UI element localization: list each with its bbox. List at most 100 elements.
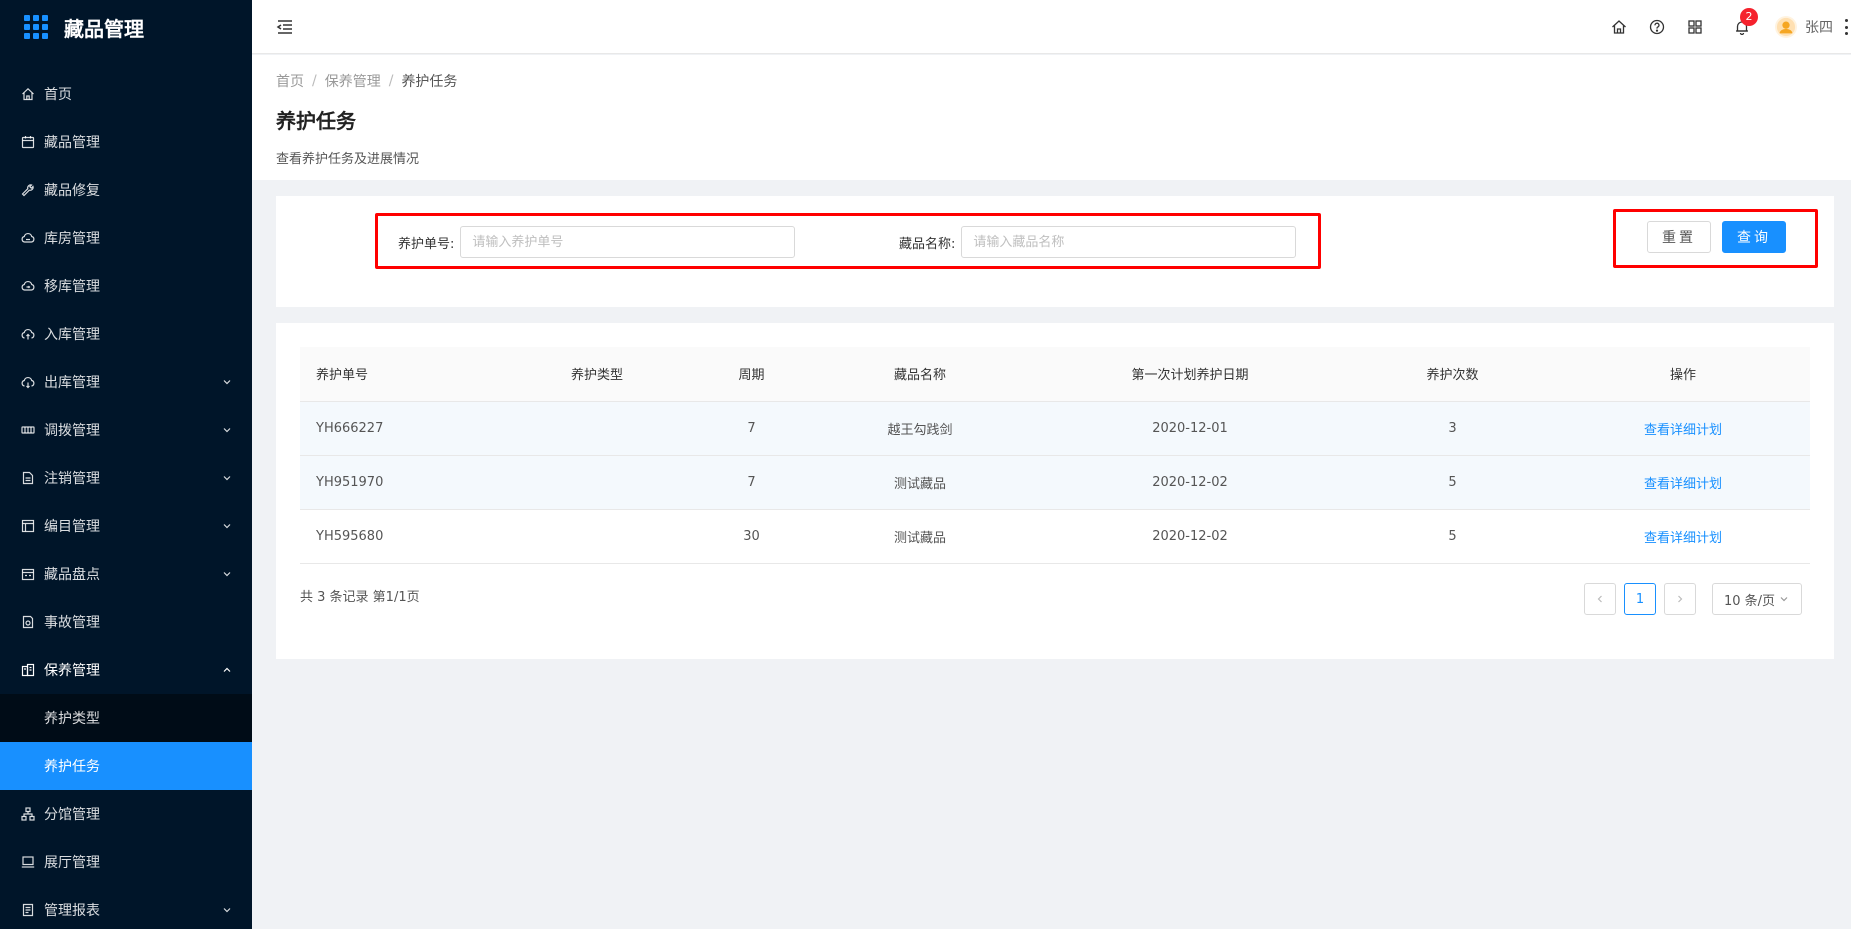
cloud-upload-icon bbox=[21, 327, 35, 341]
transfer-icon bbox=[21, 423, 35, 437]
menu-fold-icon[interactable] bbox=[276, 18, 294, 36]
sidebar-item-outbound[interactable]: 出库管理 bbox=[0, 358, 252, 406]
sidebar-item-label: 保养管理 bbox=[44, 663, 100, 679]
pagination: 1 10 条/页 bbox=[1576, 583, 1802, 615]
cell-date: 2020-12-02 bbox=[1031, 509, 1349, 564]
help-icon[interactable] bbox=[1649, 19, 1665, 35]
sidebar-item-label: 养护类型 bbox=[44, 711, 100, 727]
cell-period: 7 bbox=[694, 401, 809, 456]
sidebar-item-label: 移库管理 bbox=[44, 279, 100, 295]
pagination-summary: 共 3 条记录 第1/1页 bbox=[300, 590, 420, 605]
sidebar-item-label: 藏品管理 bbox=[44, 135, 100, 151]
query-button[interactable]: 查询 bbox=[1722, 221, 1786, 253]
breadcrumb-home[interactable]: 首页 bbox=[276, 71, 304, 91]
more-vertical-icon[interactable] bbox=[1843, 19, 1849, 35]
cell-order: YH595680 bbox=[300, 509, 500, 564]
view-plan-link[interactable]: 查看详细计划 bbox=[1644, 531, 1722, 546]
next-page-button[interactable] bbox=[1664, 583, 1696, 615]
sidebar-item-warehouse[interactable]: 库房管理 bbox=[0, 214, 252, 262]
app-logo[interactable]: 藏品管理 bbox=[0, 0, 252, 54]
header-actions: 2 张四 bbox=[1600, 0, 1851, 54]
sidebar-item-label: 分馆管理 bbox=[44, 807, 100, 823]
breadcrumb: 首页 / 保养管理 / 养护任务 bbox=[276, 71, 1827, 91]
sidebar-item-label: 藏品修复 bbox=[44, 183, 100, 199]
column-header: 养护单号 bbox=[300, 347, 500, 402]
search-fields-highlight: 养护单号: 藏品名称: bbox=[375, 213, 1321, 269]
breadcrumb-separator: / bbox=[312, 73, 317, 89]
column-header: 周期 bbox=[694, 347, 809, 402]
view-plan-link[interactable]: 查看详细计划 bbox=[1644, 423, 1722, 438]
sidebar-item-allocation[interactable]: 调拨管理 bbox=[0, 406, 252, 454]
column-header: 养护次数 bbox=[1349, 347, 1556, 402]
column-header: 操作 bbox=[1556, 347, 1810, 402]
sidebar: 藏品管理 首页 藏品管理 藏品修复 库房管理 移库管理 入库管理 出库管理 调拨… bbox=[0, 0, 252, 929]
sidebar-item-cancellation[interactable]: 注销管理 bbox=[0, 454, 252, 502]
notification-badge: 2 bbox=[1740, 8, 1758, 26]
cell-name: 测试藏品 bbox=[809, 455, 1031, 510]
sidebar-item-accident[interactable]: 事故管理 bbox=[0, 598, 252, 646]
order-number-input[interactable] bbox=[460, 226, 796, 258]
cell-type bbox=[500, 455, 694, 510]
sidebar-item-repair[interactable]: 藏品修复 bbox=[0, 166, 252, 214]
maintenance-icon bbox=[21, 663, 35, 677]
sidebar-item-maintenance[interactable]: 保养管理 bbox=[0, 646, 252, 694]
catalog-icon bbox=[21, 519, 35, 533]
table-row: YH666227 7 越王勾践剑 2020-12-01 3 查看详细计划 bbox=[300, 401, 1810, 456]
cell-name: 越王勾践剑 bbox=[809, 401, 1031, 456]
view-plan-link[interactable]: 查看详细计划 bbox=[1644, 477, 1722, 492]
sidebar-item-hall[interactable]: 展厅管理 bbox=[0, 838, 252, 886]
breadcrumb-current: 养护任务 bbox=[401, 74, 458, 90]
cell-date: 2020-12-01 bbox=[1031, 401, 1349, 456]
sidebar-menu: 首页 藏品管理 藏品修复 库房管理 移库管理 入库管理 出库管理 调拨管理 注销… bbox=[0, 70, 252, 929]
apps-icon[interactable] bbox=[1687, 19, 1703, 35]
cell-type bbox=[500, 509, 694, 564]
report-icon bbox=[21, 903, 35, 917]
table-header-row: 养护单号 养护类型 周期 藏品名称 第一次计划养护日期 养护次数 操作 bbox=[300, 347, 1810, 402]
monitor-icon bbox=[21, 855, 35, 869]
username[interactable]: 张四 bbox=[1805, 17, 1833, 37]
branch-icon bbox=[21, 807, 35, 821]
table-row: YH951970 7 测试藏品 2020-12-02 5 查看详细计划 bbox=[300, 455, 1810, 510]
sidebar-item-inbound[interactable]: 入库管理 bbox=[0, 310, 252, 358]
page-size-select[interactable]: 10 条/页 bbox=[1712, 583, 1802, 615]
item-name-input[interactable] bbox=[961, 226, 1297, 258]
accident-icon bbox=[21, 615, 35, 629]
app-title: 藏品管理 bbox=[64, 16, 144, 41]
sidebar-item-relocation[interactable]: 移库管理 bbox=[0, 262, 252, 310]
cell-name: 测试藏品 bbox=[809, 509, 1031, 564]
sidebar-item-maintenance-task[interactable]: 养护任务 bbox=[0, 742, 252, 790]
sidebar-item-collection[interactable]: 藏品管理 bbox=[0, 118, 252, 166]
cell-order: YH951970 bbox=[300, 455, 500, 510]
column-header: 第一次计划养护日期 bbox=[1031, 347, 1349, 402]
chevron-down-icon bbox=[222, 377, 232, 387]
breadcrumb-maintenance[interactable]: 保养管理 bbox=[325, 71, 381, 91]
bell-icon[interactable]: 2 bbox=[1734, 8, 1758, 35]
sidebar-item-label: 编目管理 bbox=[44, 519, 100, 535]
cell-order: YH666227 bbox=[300, 401, 500, 456]
reset-button[interactable]: 重置 bbox=[1647, 221, 1711, 253]
chevron-down-icon bbox=[1779, 594, 1789, 604]
chevron-up-icon bbox=[222, 665, 232, 675]
home-icon[interactable] bbox=[1611, 19, 1627, 35]
cloud-download-icon bbox=[21, 375, 35, 389]
page-number-button[interactable]: 1 bbox=[1624, 583, 1656, 615]
sidebar-item-inventory[interactable]: 藏品盘点 bbox=[0, 550, 252, 598]
search-card: 养护单号: 藏品名称: 重置 查询 bbox=[276, 196, 1834, 307]
sidebar-item-label: 入库管理 bbox=[44, 327, 100, 343]
sidebar-item-report[interactable]: 管理报表 bbox=[0, 886, 252, 929]
sidebar-item-branch[interactable]: 分馆管理 bbox=[0, 790, 252, 838]
sidebar-item-label: 注销管理 bbox=[44, 471, 100, 487]
cell-period: 7 bbox=[694, 455, 809, 510]
sidebar-item-catalog[interactable]: 编目管理 bbox=[0, 502, 252, 550]
cell-count: 5 bbox=[1349, 509, 1556, 564]
sidebar-item-home[interactable]: 首页 bbox=[0, 70, 252, 118]
order-number-field: 养护单号: bbox=[398, 226, 796, 258]
sidebar-item-maintenance-type[interactable]: 养护类型 bbox=[0, 694, 252, 742]
avatar[interactable] bbox=[1775, 16, 1797, 38]
file-icon bbox=[21, 471, 35, 485]
cloud-sync-icon bbox=[21, 279, 35, 293]
cloud-icon bbox=[21, 231, 35, 245]
order-number-label: 养护单号: bbox=[398, 236, 455, 252]
column-header: 养护类型 bbox=[500, 347, 694, 402]
prev-page-button[interactable] bbox=[1584, 583, 1616, 615]
